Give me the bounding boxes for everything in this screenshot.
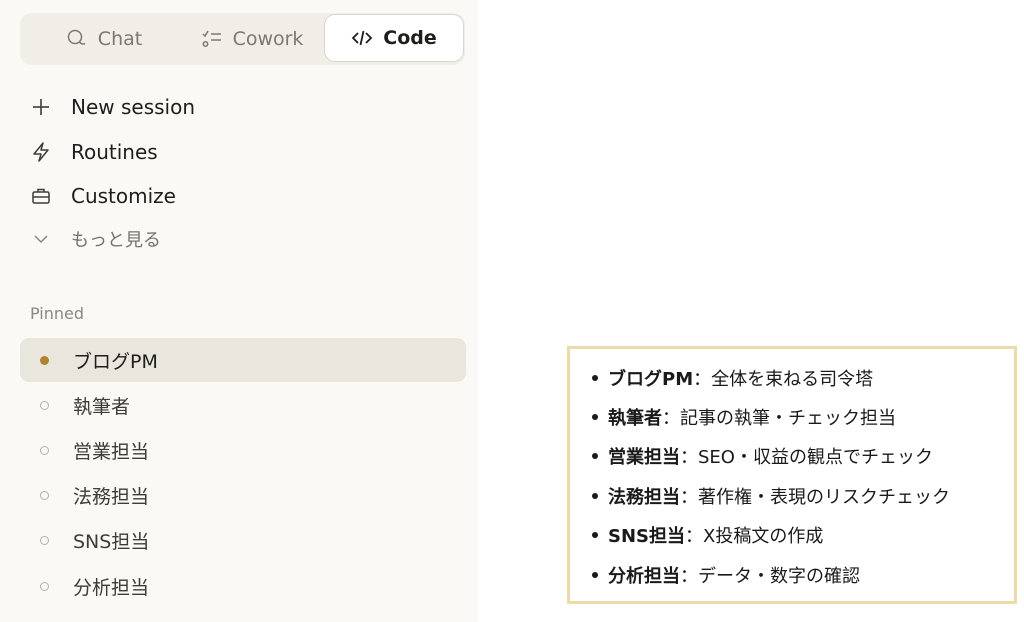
checklist-icon bbox=[201, 28, 223, 50]
chat-bubble-icon bbox=[66, 28, 88, 50]
tab-chat[interactable]: Chat bbox=[34, 13, 174, 65]
note-item: 法務担当 ：著作権・表現のリスクチェック bbox=[592, 481, 950, 511]
circle-icon bbox=[40, 400, 49, 410]
pinned-item-label: 営業担当 bbox=[73, 440, 150, 463]
lightning-icon bbox=[30, 141, 52, 163]
bullet-icon bbox=[592, 375, 598, 381]
pinned-item[interactable]: 執筆者 bbox=[20, 383, 466, 427]
pinned-item-label: ブログPM bbox=[73, 350, 158, 373]
pinned-item-label: SNS担当 bbox=[73, 530, 150, 553]
pinned-section-label: Pinned bbox=[30, 304, 85, 323]
pinned-item[interactable]: ブログPM bbox=[20, 338, 466, 382]
note-role-name: 執筆者 bbox=[608, 408, 662, 429]
note-role-desc: ：データ・数字の確認 bbox=[680, 566, 860, 587]
tab-cowork[interactable]: Cowork bbox=[172, 13, 332, 65]
bullet-icon bbox=[592, 572, 598, 578]
bullet-icon bbox=[592, 453, 598, 459]
note-item: 営業担当 ：SEO・収益の観点でチェック bbox=[592, 441, 933, 471]
role-notes-box: ブログPM ：全体を束ねる司令塔 執筆者 ：記事の執筆・チェック担当 営業担当 … bbox=[567, 346, 1017, 604]
mode-switch: Chat Cowork Code bbox=[20, 13, 465, 65]
pinned-item[interactable]: 法務担当 bbox=[20, 473, 466, 517]
bullet-icon bbox=[592, 414, 598, 420]
note-item: 執筆者 ：記事の執筆・チェック担当 bbox=[592, 402, 896, 432]
pinned-item-label: 法務担当 bbox=[73, 485, 150, 508]
note-item: SNS担当 ：X投稿文の作成 bbox=[592, 520, 823, 550]
show-more-label: もっと見る bbox=[71, 230, 161, 251]
tab-cowork-label: Cowork bbox=[232, 28, 304, 50]
chevron-down-icon bbox=[30, 228, 52, 250]
briefcase-icon bbox=[30, 185, 52, 207]
show-more-button[interactable]: もっと見る bbox=[30, 223, 161, 255]
plus-icon bbox=[30, 96, 52, 118]
note-role-desc: ：著作権・表現のリスクチェック bbox=[680, 487, 950, 508]
routines-label: Routines bbox=[71, 140, 158, 164]
note-role-name: SNS担当 bbox=[608, 526, 685, 547]
routines-button[interactable]: Routines bbox=[30, 136, 158, 168]
new-session-label: New session bbox=[71, 95, 196, 119]
circle-icon bbox=[40, 581, 49, 591]
code-icon bbox=[351, 27, 373, 49]
pinned-item-label: 執筆者 bbox=[73, 395, 131, 418]
circle-icon bbox=[40, 535, 49, 545]
note-item: ブログPM ：全体を束ねる司令塔 bbox=[592, 363, 873, 393]
note-role-desc: ：記事の執筆・チェック担当 bbox=[662, 408, 896, 429]
circle-icon bbox=[40, 445, 49, 455]
customize-label: Customize bbox=[71, 184, 176, 208]
note-role-name: 分析担当 bbox=[608, 566, 680, 587]
pinned-item[interactable]: 分析担当 bbox=[20, 564, 466, 608]
circle-icon bbox=[40, 490, 49, 500]
tab-code[interactable]: Code bbox=[324, 14, 464, 62]
note-role-name: 営業担当 bbox=[608, 447, 680, 468]
tab-code-label: Code bbox=[383, 27, 437, 49]
pinned-item-label: 分析担当 bbox=[73, 576, 150, 599]
note-role-name: 法務担当 bbox=[608, 487, 680, 508]
bullet-icon bbox=[592, 532, 598, 538]
new-session-button[interactable]: New session bbox=[30, 91, 195, 123]
pinned-item[interactable]: SNS担当 bbox=[20, 518, 466, 562]
active-dot-icon bbox=[40, 355, 49, 365]
note-item: 分析担当 ：データ・数字の確認 bbox=[592, 560, 860, 590]
pinned-item[interactable]: 営業担当 bbox=[20, 428, 466, 472]
customize-button[interactable]: Customize bbox=[30, 180, 176, 212]
note-role-name: ブログPM bbox=[608, 369, 694, 390]
sidebar: Chat Cowork Code New session Routines Cu… bbox=[0, 0, 478, 622]
tab-chat-label: Chat bbox=[97, 28, 143, 50]
note-role-desc: ：X投稿文の作成 bbox=[685, 526, 824, 547]
note-role-desc: ：全体を束ねる司令塔 bbox=[693, 369, 874, 390]
bullet-icon bbox=[592, 493, 598, 499]
note-role-desc: ：SEO・収益の観点でチェック bbox=[680, 447, 933, 468]
